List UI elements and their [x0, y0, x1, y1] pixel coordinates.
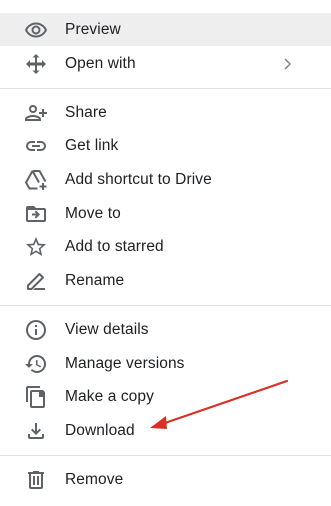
link-icon [23, 133, 49, 159]
menu-item-label: View details [65, 320, 149, 338]
history-icon [23, 351, 49, 377]
menu-item-label: Manage versions [65, 354, 185, 372]
menu-item-label: Remove [65, 470, 124, 488]
menu-item-label: Download [65, 421, 135, 439]
menu-item-preview[interactable]: Preview [0, 13, 331, 46]
menu-item-rename[interactable]: Rename [0, 264, 331, 297]
move-arrows-icon [23, 51, 49, 77]
menu-item-label: Make a copy [65, 387, 154, 405]
divider [0, 305, 331, 306]
menu-item-label: Open with [65, 54, 136, 72]
menu-item-manage-versions[interactable]: Manage versions [0, 347, 331, 380]
divider [0, 455, 331, 456]
menu-item-label: Rename [65, 271, 125, 289]
info-icon [23, 317, 49, 343]
menu-item-view-details[interactable]: View details [0, 313, 331, 346]
pencil-icon [23, 268, 49, 294]
menu-item-make-a-copy[interactable]: Make a copy [0, 380, 331, 413]
menu-item-label: Add shortcut to Drive [65, 170, 212, 188]
menu-item-open-with[interactable]: Open with [0, 47, 331, 80]
menu-item-move-to[interactable]: Move to [0, 197, 331, 230]
menu-item-add-shortcut[interactable]: Add shortcut to Drive [0, 163, 331, 196]
menu-item-label: Get link [65, 136, 119, 154]
chevron-right-icon [281, 57, 293, 71]
menu-item-remove[interactable]: Remove [0, 463, 331, 496]
download-icon [23, 418, 49, 444]
context-menu: Preview Open with Share Get link Add sho… [0, 0, 331, 506]
menu-item-label: Preview [65, 20, 121, 38]
add-to-drive-icon [23, 167, 49, 193]
trash-icon [23, 467, 49, 493]
menu-item-label: Move to [65, 204, 121, 222]
menu-item-download[interactable]: Download [0, 414, 331, 447]
eye-icon [23, 17, 49, 43]
divider [0, 88, 331, 89]
menu-item-label: Share [65, 103, 107, 121]
menu-item-label: Add to starred [65, 237, 164, 255]
menu-item-share[interactable]: Share [0, 96, 331, 129]
menu-item-add-to-starred[interactable]: Add to starred [0, 230, 331, 263]
person-add-icon [23, 100, 49, 126]
star-outline-icon [23, 234, 49, 260]
move-to-folder-icon [23, 201, 49, 227]
copy-icon [23, 384, 49, 410]
menu-item-get-link[interactable]: Get link [0, 129, 331, 162]
